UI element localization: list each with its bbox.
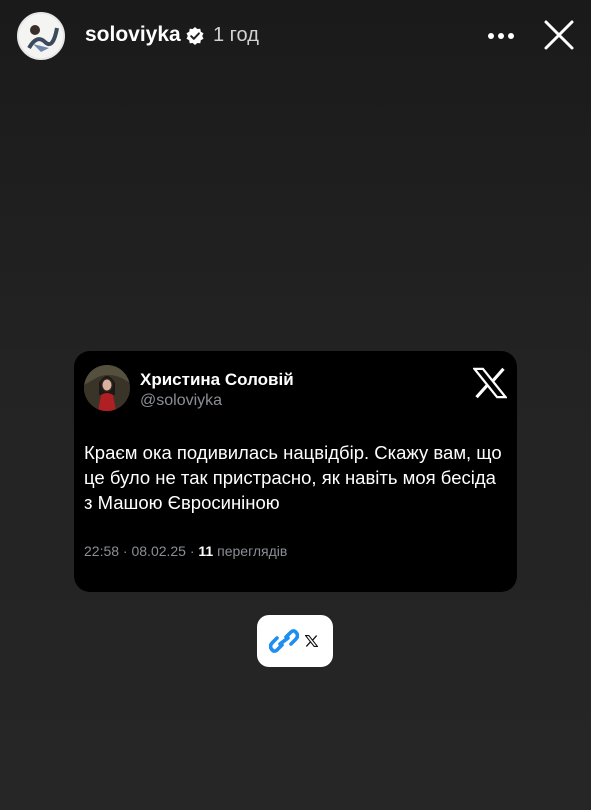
tweet-card[interactable]: Христина Соловій @soloviyka Краєм ока по… [74, 351, 517, 592]
tweet-views-label: переглядів [213, 543, 288, 559]
link-icon [269, 629, 299, 653]
x-logo-icon [473, 367, 507, 399]
link-sticker[interactable] [257, 615, 333, 667]
story-header: soloviyka 1 год [0, 0, 591, 74]
verified-badge-icon [186, 27, 204, 45]
tweet-author-avatar [84, 365, 130, 411]
post-time: 1 год [213, 24, 259, 46]
close-icon[interactable] [541, 17, 577, 53]
x-logo-icon [305, 635, 318, 647]
tweet-author-handle: @soloviyka [140, 392, 223, 409]
avatar[interactable] [17, 12, 65, 60]
more-icon[interactable] [486, 24, 516, 48]
tweet-author-name: Христина Соловій [140, 370, 294, 389]
tweet-text: Краєм ока подивилась нацвідбір. Скажу ва… [84, 442, 502, 513]
tweet-views-count: 11 [198, 543, 214, 559]
username[interactable]: soloviyka [85, 23, 181, 47]
tweet-time-date: 22:58 · 08.02.25 · [84, 543, 199, 559]
tweet-meta: 22:58 · 08.02.25 · 11 переглядів [84, 543, 287, 559]
